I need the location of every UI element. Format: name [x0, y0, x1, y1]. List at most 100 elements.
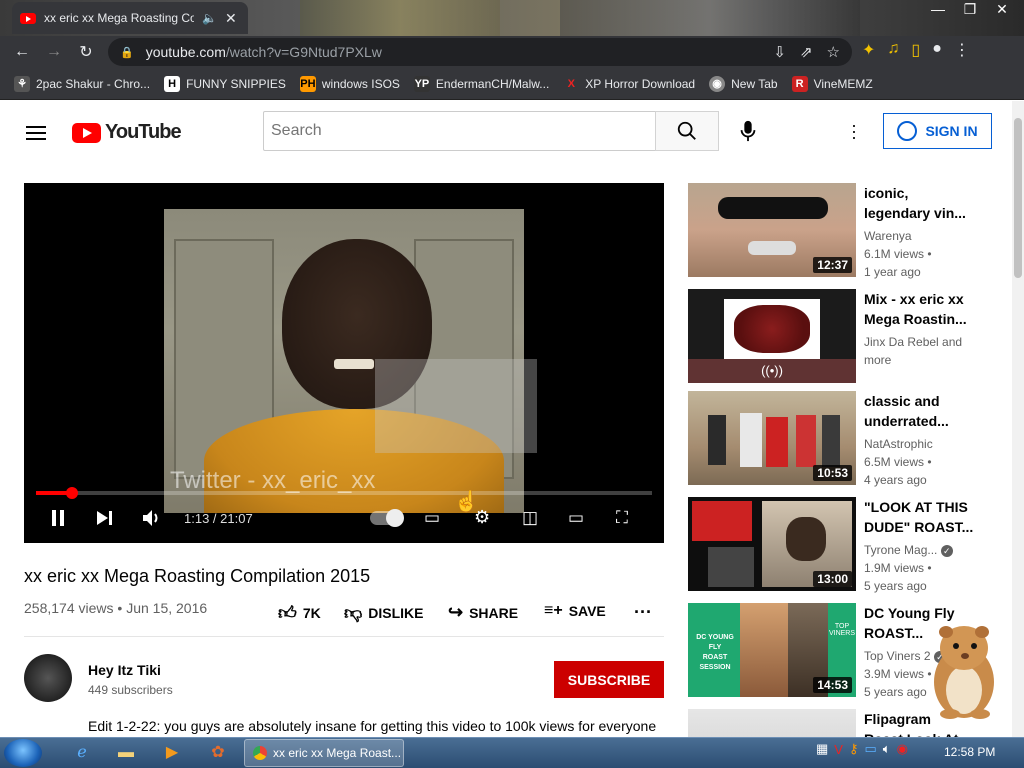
related-mix[interactable]: ((•)) Mix - xx eric xx Mega Roastin... J…: [688, 289, 1008, 383]
video-player[interactable]: Twitter - xx_eric_xx 1:13 / 21:07 ▭ ⚙ ◫ …: [24, 183, 664, 543]
related-title[interactable]: Mix - xx eric xx Mega Roastin...: [864, 289, 974, 329]
related-video[interactable]: 10:53 classic and underrated... NatAstro…: [688, 391, 1008, 487]
related-views: 3.9M views •: [864, 667, 932, 681]
related-age: 5 years ago: [864, 579, 927, 593]
taskbar-chrome-window[interactable]: xx eric xx Mega Roast...: [244, 739, 404, 767]
related-views: 1.9M views •: [864, 561, 932, 575]
sign-in-button[interactable]: SIGN IN: [883, 113, 992, 149]
bookmark-2pac[interactable]: ⚘ 2pac Shakur - Chro...: [14, 75, 150, 92]
fullscreen-icon[interactable]: ⛶: [616, 508, 628, 528]
video-thumbnail[interactable]: [688, 709, 856, 737]
playlist-add-icon: ≡+: [544, 602, 563, 619]
microphone-icon[interactable]: [738, 120, 758, 142]
progress-scrubber[interactable]: [65, 487, 78, 499]
video-thumbnail[interactable]: 12:37: [688, 183, 856, 277]
profile-avatar-icon[interactable]: ●: [932, 40, 942, 60]
youtube-favicon-icon: [20, 12, 36, 24]
bookmark-endermanch[interactable]: YP EndermanCH/Malw...: [413, 75, 550, 92]
tray-v-icon[interactable]: V: [834, 742, 843, 757]
share-button[interactable]: ↪ SHARE: [448, 602, 518, 623]
video-title: xx eric xx Mega Roasting Compilation 201…: [24, 566, 371, 586]
related-channel: Warenya: [864, 229, 912, 243]
search-icon: [677, 121, 696, 140]
related-title[interactable]: classic and underrated...: [864, 391, 974, 431]
window-controls: — ❐ ✕: [922, 0, 1018, 20]
paint-icon[interactable]: ✿: [200, 741, 236, 765]
more-actions-icon[interactable]: ···: [634, 602, 652, 623]
miniplayer-icon[interactable]: ◫: [522, 508, 538, 528]
video-thumbnail[interactable]: 10:53: [688, 391, 856, 485]
taskbar-clock[interactable]: 12:58 PM: [944, 745, 995, 759]
extensions-icon[interactable]: ✦: [862, 40, 875, 60]
volume-icon[interactable]: [142, 509, 164, 531]
tray-speaker-icon[interactable]: 🔈︎: [883, 741, 891, 757]
related-title[interactable]: iconic, legendary vin...: [864, 183, 974, 223]
search-input[interactable]: [263, 111, 656, 151]
file-explorer-icon[interactable]: ▬: [108, 741, 144, 765]
system-tray: ▦ V ⚷ ▭ 🔈︎ ◉: [816, 741, 908, 757]
bookmark-funny-snippies[interactable]: H FUNNY SNIPPIES: [164, 75, 286, 92]
related-age: 1 year ago: [864, 265, 921, 279]
save-button[interactable]: ≡+ SAVE: [544, 602, 606, 620]
upload-date: Jun 15, 2016: [126, 600, 208, 616]
channel-name[interactable]: Hey Itz Tiki: [88, 662, 161, 678]
start-button[interactable]: [4, 739, 42, 767]
bookmark-label: EndermanCH/Malw...: [435, 76, 550, 91]
guide-menu-icon[interactable]: [26, 122, 46, 144]
video-thumbnail[interactable]: ((•)): [688, 289, 856, 383]
url-path: /watch?v=G9Ntud7PXLw: [225, 44, 382, 60]
subscribe-button[interactable]: SUBSCRIBE: [554, 661, 664, 698]
sign-in-label: SIGN IN: [925, 123, 978, 139]
pause-icon[interactable]: [50, 509, 66, 531]
scrollbar-thumb[interactable]: [1014, 118, 1022, 278]
theater-mode-icon[interactable]: ▭: [568, 508, 584, 528]
tray-record-icon[interactable]: ◉: [897, 741, 908, 757]
menu-dots-icon[interactable]: ⋮: [954, 40, 970, 60]
like-button[interactable]: 👍︎ 7K: [278, 602, 321, 624]
media-player-icon[interactable]: ▶: [154, 741, 190, 765]
close-window-icon[interactable]: ✕: [986, 0, 1018, 20]
tray-key-icon[interactable]: ⚷: [849, 741, 859, 757]
video-thumbnail[interactable]: 13:00: [688, 497, 856, 591]
forward-arrow-icon[interactable]: →: [38, 43, 70, 61]
verified-icon: ✓: [940, 545, 953, 557]
back-arrow-icon[interactable]: ←: [6, 43, 38, 61]
save-label: SAVE: [568, 603, 606, 619]
duration-badge: 14:53: [813, 677, 852, 693]
subtitles-icon[interactable]: ▭: [424, 508, 440, 528]
speaker-icon[interactable]: 🔈: [202, 11, 217, 25]
related-video[interactable]: 13:00 "LOOK AT THIS DUDE" ROAST... Tyron…: [688, 497, 1008, 593]
search-button[interactable]: [655, 111, 719, 151]
autoplay-knob: [386, 509, 404, 527]
bookmark-vinememz[interactable]: R VineMEMZ: [791, 75, 873, 92]
related-channel: Top Viners 2: [864, 649, 931, 663]
dislike-button[interactable]: 👎︎ DISLIKE: [344, 602, 424, 624]
minimize-icon[interactable]: —: [922, 0, 954, 20]
related-video[interactable]: 12:37 iconic, legendary vin... Warenya 6…: [688, 183, 1008, 279]
bookmark-xp-horror[interactable]: X XP Horror Download: [563, 76, 696, 92]
related-title[interactable]: "LOOK AT THIS DUDE" ROAST...: [864, 497, 974, 537]
progress-bar[interactable]: [36, 487, 652, 499]
restore-icon[interactable]: ❐: [954, 0, 986, 20]
browser-tab[interactable]: xx eric xx Mega Roasting Co 🔈 ✕: [12, 2, 248, 34]
side-panel-icon[interactable]: ▯: [911, 40, 920, 60]
divider: [24, 636, 664, 637]
close-tab-icon[interactable]: ✕: [225, 10, 237, 27]
bookmark-star-icon[interactable]: ☆: [827, 43, 840, 61]
settings-dots-icon[interactable]: · · ·: [850, 116, 858, 146]
share-page-icon[interactable]: ⇗: [800, 43, 813, 61]
tray-app-icon[interactable]: ▦: [816, 741, 828, 757]
channel-avatar[interactable]: [24, 654, 72, 702]
reload-icon[interactable]: ↻: [70, 42, 102, 62]
internet-explorer-icon[interactable]: ℯ: [64, 741, 100, 765]
address-bar[interactable]: 🔒 youtube.com/watch?v=G9Ntud7PXLw ⇩ ⇗ ☆: [108, 38, 852, 66]
tray-display-icon[interactable]: ▭: [865, 741, 877, 757]
video-thumbnail[interactable]: DC YOUNG FLY ROAST SESSION TOP VINERS 14:53: [688, 603, 856, 697]
next-icon[interactable]: [96, 510, 114, 530]
hamster-desktop-pet[interactable]: [924, 612, 1004, 722]
bookmark-new-tab[interactable]: ◉ New Tab: [709, 75, 778, 92]
media-playlist-icon[interactable]: ♫: [887, 40, 899, 60]
install-app-icon[interactable]: ⇩: [773, 43, 786, 61]
youtube-logo[interactable]: YouTube: [72, 121, 182, 144]
bookmark-windows-isos[interactable]: PH windows ISOS: [299, 75, 400, 92]
